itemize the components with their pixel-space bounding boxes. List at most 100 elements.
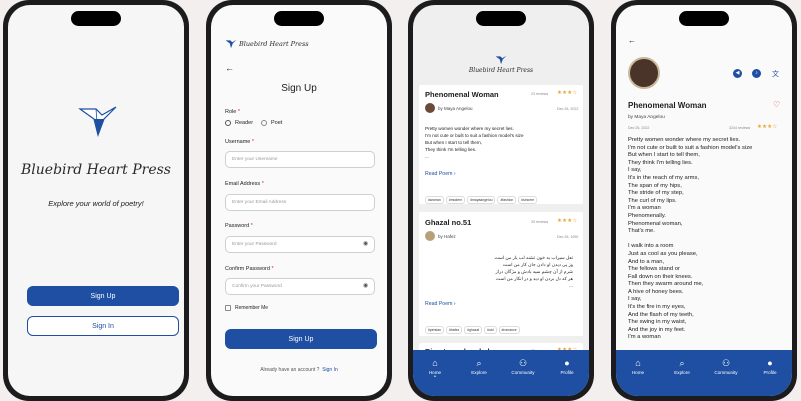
bird-logo-icon xyxy=(495,55,507,65)
author-name[interactable]: by Maya Angelou xyxy=(438,106,473,111)
eye-icon[interactable]: ◉ xyxy=(363,240,368,247)
music-icon[interactable]: ♪ xyxy=(752,69,761,78)
poem-line: The stride of my step, xyxy=(628,190,684,197)
review-count: 3244 reviews xyxy=(729,126,751,130)
poem-line: I say, xyxy=(628,296,642,303)
nav-explore[interactable]: ⌕ Explore xyxy=(464,358,494,396)
bird-logo-icon xyxy=(225,39,237,49)
tag-list: #persian #hafez #ghazal #old #romance xyxy=(425,318,522,336)
poem-line: And to a man, xyxy=(628,258,665,265)
rating-stars: ★★★☆ xyxy=(557,218,578,224)
page-title: Sign Up xyxy=(281,83,317,94)
poem-excerpt: تعل سیراب به خون تشنه لب یار من است وز پ… xyxy=(494,255,573,288)
username-label: Username * xyxy=(225,139,255,145)
poem-line: The swing in my waist, xyxy=(628,319,687,326)
search-icon: ⌕ xyxy=(476,358,482,368)
bottom-nav: ⌂ Home • ⌕ Explore ⚇ Community ● Profile xyxy=(413,350,589,396)
author-name[interactable]: by Maya Angelou xyxy=(628,115,665,120)
poem-title[interactable]: Ghazal no.51 xyxy=(425,218,471,227)
home-icon: ⌂ xyxy=(635,358,641,368)
phone-welcome: Bluebird Heart Press Explore your world … xyxy=(3,0,189,401)
phone-signup: Bluebird Heart Press ← Sign Up Role * Re… xyxy=(206,0,392,401)
tag[interactable]: #sincere xyxy=(518,196,538,204)
brand-logo-text: Bluebird Heart Press xyxy=(239,40,309,48)
community-icon: ⚇ xyxy=(518,358,528,368)
email-input[interactable]: Enter your Email Address xyxy=(225,194,375,211)
phone-feed: Bluebird Heart Press Phenomenal Woman 23… xyxy=(408,0,594,401)
radio-icon xyxy=(261,120,267,126)
translate-icon[interactable]: 文 xyxy=(772,69,779,79)
tag[interactable]: #romance xyxy=(498,326,520,334)
author-name[interactable]: by Hafez xyxy=(438,234,456,239)
submit-signup-button[interactable]: Sign Up xyxy=(225,329,377,349)
nav-community[interactable]: ⚇ Community xyxy=(508,358,538,396)
poem-title[interactable]: Phenomenal Woman xyxy=(425,90,499,99)
tag[interactable]: #persian xyxy=(425,326,445,334)
username-input[interactable]: Enter your Username xyxy=(225,151,375,168)
poem-line: That's me. xyxy=(628,228,655,235)
avatar xyxy=(425,231,435,241)
notch xyxy=(476,11,526,26)
poem-line: A hive of honey bees. xyxy=(628,288,684,295)
bottom-nav: ⌂ Home ⌕ Explore ⚇ Community ● Profile xyxy=(616,350,792,396)
tag[interactable]: #old xyxy=(484,326,497,334)
signin-button[interactable]: Sign In xyxy=(27,316,179,336)
poem-body: Pretty women wonder where my secret lies… xyxy=(628,137,788,342)
password-input[interactable]: Enter your Password xyxy=(225,236,375,253)
notch xyxy=(274,11,324,26)
speaker-icon[interactable]: ◀ xyxy=(733,69,742,78)
tag[interactable]: #fashion xyxy=(497,196,517,204)
notch xyxy=(679,11,729,26)
signup-button[interactable]: Sign Up xyxy=(27,286,179,306)
tag[interactable]: #hafez xyxy=(446,326,463,334)
poem-line: Phenomenal woman, xyxy=(628,220,683,227)
poem-card[interactable]: Ghazal no.51 33 reviews ★★★☆ by Hafez De… xyxy=(419,212,583,336)
poem-line: Fall down on their knees. xyxy=(628,273,693,280)
nav-explore[interactable]: ⌕ Explore xyxy=(667,358,697,396)
signup-screen: Bluebird Heart Press ← Sign Up Role * Re… xyxy=(211,5,387,396)
feed-screen: Bluebird Heart Press Phenomenal Woman 23… xyxy=(413,5,589,396)
nav-profile[interactable]: ● Profile xyxy=(755,358,785,396)
author-avatar xyxy=(628,57,660,89)
remember-me-checkbox[interactable]: Remember Me xyxy=(225,305,268,311)
role-poet-radio[interactable]: Poet xyxy=(261,120,282,126)
signin-footer: Already have an account ? Sign In xyxy=(260,367,338,373)
poem-line: I'm a woman xyxy=(628,205,661,212)
tag[interactable]: #ghazal xyxy=(464,326,483,334)
poem-excerpt: Pretty women wonder where my secret lies… xyxy=(425,126,524,159)
poem-date: Dec 26, 2022 xyxy=(628,126,650,130)
nav-home[interactable]: ⌂ Home xyxy=(623,358,653,396)
avatar xyxy=(425,103,435,113)
signin-link[interactable]: Sign In xyxy=(322,367,338,373)
poem-date: Dec 26, 1990 xyxy=(557,235,579,239)
confirm-password-input[interactable]: Confirm your Password xyxy=(225,278,375,295)
poem-line: Just as cool as you please, xyxy=(628,250,698,257)
tagline: Explore your world of poetry! xyxy=(48,199,144,208)
nav-community[interactable]: ⚇ Community xyxy=(711,358,741,396)
notch xyxy=(71,11,121,26)
poem-line: It's the fire in my eyes, xyxy=(628,304,686,311)
brand-logo-text: Bluebird Heart Press xyxy=(21,162,171,178)
back-arrow-icon[interactable]: ← xyxy=(628,36,636,45)
poem-line: It's in the reach of my arms, xyxy=(628,174,700,181)
poem-line: I walk into a room xyxy=(628,243,674,250)
tag[interactable]: #mayaangelou xyxy=(467,196,496,204)
eye-icon[interactable]: ◉ xyxy=(363,282,368,289)
read-poem-link[interactable]: Read Poem › xyxy=(425,301,456,307)
nav-profile[interactable]: ● Profile xyxy=(552,358,582,396)
read-poem-link[interactable]: Read Poem › xyxy=(425,171,456,177)
role-label: Role * xyxy=(225,109,240,115)
nav-home[interactable]: ⌂ Home • xyxy=(420,358,450,396)
poem-card[interactable]: Phenomenal Woman 23 reviews ★★★☆ by Maya… xyxy=(419,85,583,204)
community-icon: ⚇ xyxy=(721,358,731,368)
poem-line: And the flash of my teeth, xyxy=(628,311,694,318)
welcome-screen: Bluebird Heart Press Explore your world … xyxy=(8,5,184,396)
poem-line: I'm not cute or built to suit a fashion … xyxy=(628,144,753,151)
back-arrow-icon[interactable]: ← xyxy=(225,63,234,73)
poem-line: The fellows stand or xyxy=(628,266,680,273)
tag[interactable]: #woman xyxy=(425,196,444,204)
tag[interactable]: #modern xyxy=(445,196,466,204)
role-reader-radio[interactable]: Reader xyxy=(225,120,253,126)
email-label: Email Address * xyxy=(225,181,264,187)
heart-icon[interactable]: ♡ xyxy=(773,100,780,109)
